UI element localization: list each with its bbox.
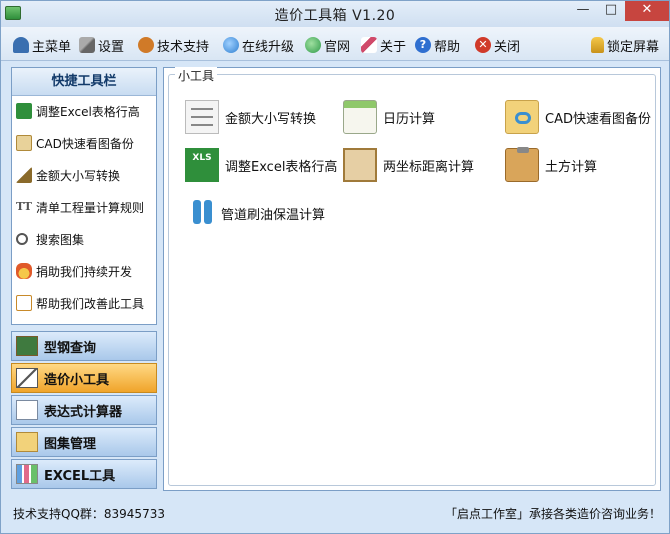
nav-label: 表达式计算器 — [44, 404, 123, 420]
nav-label: 图集管理 — [44, 436, 97, 452]
nav-cost-tools[interactable]: 造价小工具 — [11, 363, 157, 393]
toolbar-close-button[interactable]: ✕ 关闭 — [475, 35, 520, 55]
quick-item-feedback[interactable]: 帮助我们改善此工具 — [16, 293, 144, 313]
help-icon: ? — [415, 37, 431, 53]
nav-steel-query[interactable]: 型钢查询 — [11, 331, 157, 361]
nav-expression-calculator[interactable]: 表达式计算器 — [11, 395, 157, 425]
tool-excel-row-height[interactable]: XLS 调整Excel表格行高 — [185, 147, 337, 183]
quick-item-donate[interactable]: 捐助我们持续开发 — [16, 261, 132, 281]
tool-coordinate-distance[interactable]: 两坐标距离计算 — [343, 147, 474, 183]
headset-icon — [138, 37, 154, 53]
maximize-button[interactable]: □ — [597, 1, 625, 21]
magnifier-icon — [16, 233, 28, 245]
xls-badge: XLS — [192, 153, 212, 163]
calendar-icon — [343, 100, 377, 134]
app-window: 造价工具箱 V1.20 — □ ✕ 主菜单 设置 技术支持 在线升级 官网 关于 — [0, 0, 670, 534]
tool-calendar[interactable]: 日历计算 — [343, 99, 435, 135]
edit-note-icon — [16, 295, 32, 311]
toolbar-item-label: 关于 — [380, 39, 407, 55]
excel-icon — [16, 103, 32, 119]
drafting-icon — [16, 368, 38, 388]
folder-sync-icon — [505, 100, 539, 134]
nav-label: EXCEL工具 — [44, 468, 116, 484]
toolbar-item-label: 在线升级 — [242, 39, 295, 55]
toolbar-website-button[interactable]: 官网 — [305, 35, 350, 55]
toolbar-item-label: 官网 — [324, 39, 351, 55]
toolbar-item-label: 主菜单 — [32, 39, 72, 55]
quick-item-label: 清单工程量计算规则 — [36, 200, 145, 215]
lock-screen-button[interactable]: 锁定屏幕 — [591, 35, 659, 55]
medal-icon — [16, 263, 32, 279]
toolbar-main-menu-button[interactable]: 主菜单 — [13, 35, 71, 55]
close-window-button[interactable]: ✕ — [625, 1, 669, 21]
tool-label: CAD快速看图备份 — [545, 111, 651, 127]
toolbar-item-label: 设置 — [98, 39, 125, 55]
clipboard-icon — [505, 147, 539, 182]
pencil-icon — [361, 37, 377, 53]
toolbar: 主菜单 设置 技术支持 在线升级 官网 关于 ? 帮助 ✕ 关闭 锁定屏幕 — [1, 27, 669, 61]
main-panel: 小工具 金额大小写转换 日历计算 CAD快速看图备份 XLS 调整Excel表格… — [163, 67, 661, 491]
quick-item-calc-rules[interactable]: TT 清单工程量计算规则 — [16, 197, 144, 217]
tool-earthwork[interactable]: 土方计算 — [505, 147, 597, 183]
xls-icon: XLS — [185, 148, 219, 182]
nav-label: 造价小工具 — [44, 372, 110, 388]
toolbar-item-label: 关闭 — [494, 39, 521, 55]
quick-item-label: 搜索图集 — [36, 232, 85, 247]
tools-group: 小工具 金额大小写转换 日历计算 CAD快速看图备份 XLS 调整Excel表格… — [168, 67, 656, 486]
quick-item-excel-row-height[interactable]: 调整Excel表格行高 — [16, 101, 140, 121]
tool-label: 管道刷油保温计算 — [221, 207, 326, 223]
status-studio-note: 「启点工作室」承接各类造价咨询业务！ — [444, 507, 661, 521]
bars-icon — [16, 464, 38, 484]
quick-item-label: 帮助我们改善此工具 — [36, 296, 145, 311]
tool-label: 两坐标距离计算 — [383, 159, 475, 175]
quick-item-label: 捐助我们持续开发 — [36, 264, 133, 279]
status-qq-group: 技术支持QQ群：83945733 — [13, 507, 165, 521]
people-icon — [13, 37, 29, 53]
ruler-frame-icon — [343, 148, 377, 182]
nav-excel-tools[interactable]: EXCEL工具 — [11, 459, 157, 489]
globe-icon — [223, 37, 239, 53]
toolbar-item-label: 技术支持 — [157, 39, 210, 55]
tool-label: 土方计算 — [545, 159, 598, 175]
nav-atlas-manage[interactable]: 图集管理 — [11, 427, 157, 457]
lock-screen-label: 锁定屏幕 — [607, 39, 660, 55]
quick-toolbar: 快捷工具栏 调整Excel表格行高 CAD快速看图备份 金额大小写转换 TT 清… — [11, 67, 157, 325]
title-bar: 造价工具箱 V1.20 — □ ✕ — [1, 1, 669, 27]
home-globe-icon — [305, 37, 321, 53]
toolbar-about-button[interactable]: 关于 — [361, 35, 406, 55]
cad-book-icon — [16, 135, 32, 151]
tool-cad-backup[interactable]: CAD快速看图备份 — [505, 99, 651, 135]
quick-item-label: CAD快速看图备份 — [36, 136, 134, 151]
quick-item-label: 调整Excel表格行高 — [36, 104, 140, 119]
quick-item-search-atlas[interactable]: 搜索图集 — [16, 229, 84, 249]
toolbar-support-button[interactable]: 技术支持 — [138, 35, 209, 55]
minimize-button[interactable]: — — [569, 1, 597, 21]
tool-label: 金额大小写转换 — [225, 111, 317, 127]
toolbar-help-button[interactable]: ? 帮助 — [415, 35, 460, 55]
group-title: 小工具 — [175, 67, 218, 84]
tool-label: 调整Excel表格行高 — [225, 159, 338, 175]
text-tt-icon: TT — [16, 200, 32, 213]
quick-item-cad-backup[interactable]: CAD快速看图备份 — [16, 133, 134, 153]
nav-label: 型钢查询 — [44, 340, 97, 356]
sheet-icon — [16, 400, 38, 420]
tool-amount-convert[interactable]: 金额大小写转换 — [185, 99, 316, 135]
left-panel: 快捷工具栏 调整Excel表格行高 CAD快速看图备份 金额大小写转换 TT 清… — [11, 67, 157, 491]
tool-label: 日历计算 — [383, 111, 436, 127]
tools-icon — [79, 37, 95, 53]
toolbar-item-label: 帮助 — [434, 39, 461, 55]
quick-item-label: 金额大小写转换 — [36, 168, 121, 183]
lock-icon — [591, 37, 604, 53]
close-icon: ✕ — [475, 37, 491, 53]
sliders-icon — [185, 100, 219, 134]
toolbar-upgrade-button[interactable]: 在线升级 — [223, 35, 294, 55]
pipes-icon — [191, 196, 215, 230]
quick-toolbar-title: 快捷工具栏 — [12, 68, 156, 96]
quick-item-amount-convert[interactable]: 金额大小写转换 — [16, 165, 120, 185]
ruler-icon — [16, 167, 32, 183]
toolbar-settings-button[interactable]: 设置 — [79, 35, 124, 55]
folder-star-icon — [16, 432, 38, 452]
blackboard-icon — [16, 336, 38, 356]
tool-pipe-insulation[interactable]: 管道刷油保温计算 — [191, 195, 325, 231]
